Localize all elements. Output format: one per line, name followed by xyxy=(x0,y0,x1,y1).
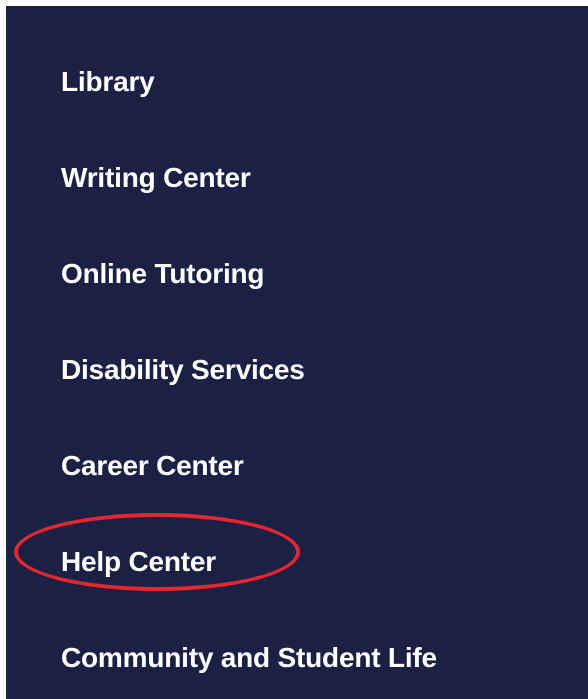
menu-item-writing-center[interactable]: Writing Center xyxy=(61,158,251,198)
menu-item-help-center[interactable]: Help Center xyxy=(61,542,216,582)
menu-item-library[interactable]: Library xyxy=(61,62,155,102)
menu-item-online-tutoring[interactable]: Online Tutoring xyxy=(61,254,265,294)
resource-menu: Library Writing Center Online Tutoring D… xyxy=(6,6,588,699)
menu-item-disability-services[interactable]: Disability Services xyxy=(61,350,305,390)
menu-item-community-student-life[interactable]: Community and Student Life xyxy=(61,638,437,678)
menu-item-career-center[interactable]: Career Center xyxy=(61,446,244,486)
